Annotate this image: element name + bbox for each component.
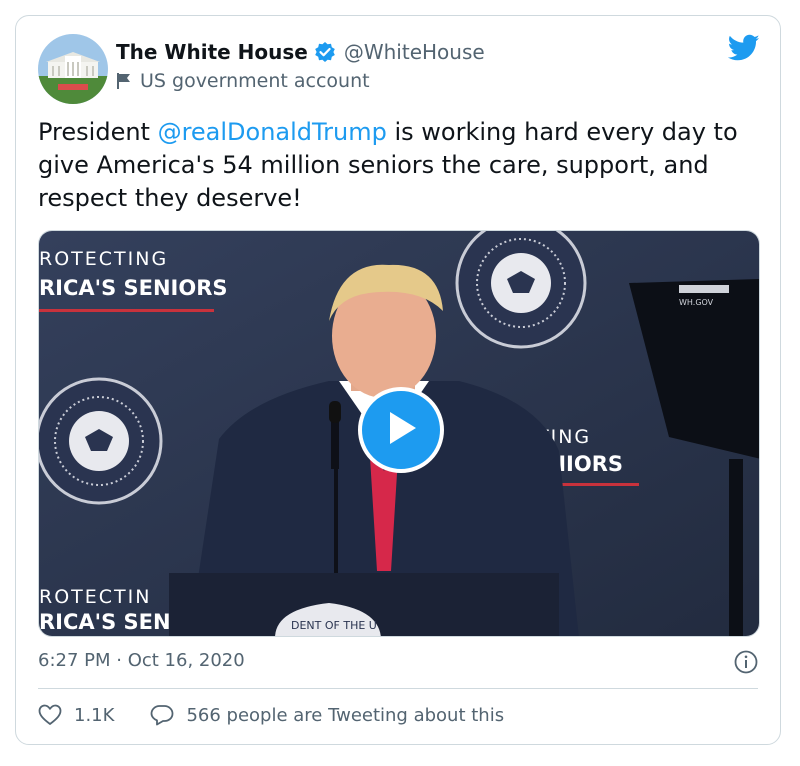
mention-link[interactable]: @realDonaldTrump — [158, 118, 387, 146]
video-player[interactable]: ROTECTING RICA'S SENIORS TING SENIORS RO… — [38, 230, 760, 637]
like-button[interactable]: 1.1K — [38, 704, 114, 726]
like-count: 1.1K — [74, 704, 115, 726]
avatar[interactable] — [38, 34, 108, 104]
presidential-seal-top — [455, 231, 587, 349]
play-icon — [384, 409, 418, 451]
banner-bottom-line1: ROTECTIN — [39, 586, 151, 608]
tweet-text-prefix: President — [38, 118, 158, 146]
banner-top-line2: RICA'S SENIORS — [39, 276, 228, 300]
reply-bubble-icon — [151, 705, 174, 726]
account-name-row: The White House @WhiteHouse — [116, 40, 485, 64]
account-handle[interactable]: @WhiteHouse — [344, 40, 485, 64]
account-label-row: US government account — [116, 70, 370, 92]
teleprompter-text: WH.GOV — [679, 298, 714, 307]
twitter-bird-icon[interactable] — [727, 34, 760, 66]
engagement-bar: 1.1K 566 people are Tweeting about this — [38, 704, 504, 726]
tweet-text: President @realDonaldTrump is working ha… — [38, 116, 758, 215]
verified-badge-icon — [314, 41, 336, 63]
info-icon[interactable] — [734, 650, 758, 678]
government-flag-icon — [116, 72, 132, 90]
tweet-card[interactable]: The White House @WhiteHouse US governmen… — [15, 15, 781, 745]
tweeting-about-text: 566 people are Tweeting about this — [186, 704, 505, 726]
podium-seal-text: DENT OF THE U — [291, 619, 377, 632]
tweet-timestamp[interactable]: 6:27 PM · Oct 16, 2020 — [38, 650, 245, 671]
play-button[interactable] — [358, 387, 444, 473]
presidential-seal-left — [39, 377, 163, 505]
account-label: US government account — [140, 70, 370, 92]
banner-top-line1: ROTECTING — [39, 248, 168, 270]
heart-icon — [38, 704, 62, 725]
podium: DENT OF THE U — [169, 573, 559, 636]
tweeting-about-link[interactable]: 566 people are Tweeting about this — [150, 704, 504, 726]
account-name[interactable]: The White House — [116, 40, 308, 64]
divider — [38, 688, 758, 689]
banner-bottom-line2: RICA'S SEN — [39, 610, 171, 634]
